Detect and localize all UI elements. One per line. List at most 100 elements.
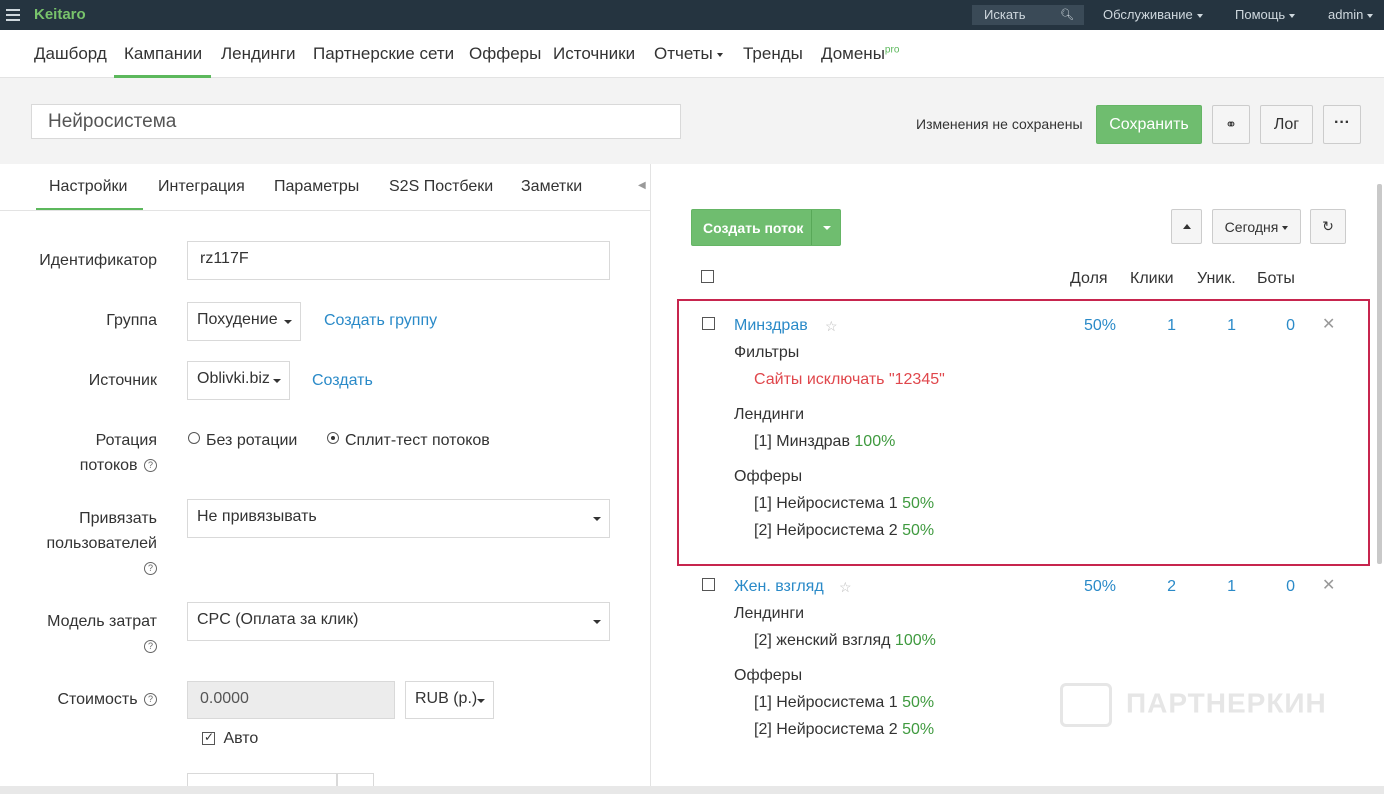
column-bots[interactable]: Боты	[1257, 270, 1295, 288]
radio-split-test-label: Сплит-тест потоков	[345, 432, 490, 449]
settings-panel: Настройки Интеграция Параметры S2S Постб…	[0, 164, 650, 794]
campaign-name-input[interactable]: Нейросистема	[31, 104, 681, 139]
flow-name-link[interactable]: Жен. взгляд	[734, 578, 824, 596]
date-range-select[interactable]: Сегодня	[1212, 209, 1301, 244]
log-button[interactable]: Лог	[1260, 105, 1313, 144]
chevron-down-icon	[1289, 13, 1296, 18]
hamburger-menu-icon[interactable]	[6, 6, 20, 24]
tab-parameters[interactable]: Параметры	[274, 178, 359, 196]
button-divider	[811, 210, 812, 245]
nav-affiliate-networks[interactable]: Партнерские сети	[313, 44, 454, 64]
help-icon[interactable]: ?	[144, 459, 157, 473]
radio-no-rotation-label: Без ротации	[206, 432, 298, 449]
currency-select-value: RUB (р.)	[415, 690, 478, 707]
flow-offer-item: [1] Нейросистема 1 50%	[754, 495, 934, 513]
nav-trends[interactable]: Тренды	[743, 44, 803, 64]
search-icon[interactable]: 🔍︎	[1060, 8, 1074, 21]
cost-model-select-value: CPC (Оплата за клик)	[197, 611, 359, 628]
chevron-down-icon	[1196, 13, 1203, 18]
create-group-link[interactable]: Создать группу	[324, 312, 437, 330]
link-button[interactable]: ⚭	[1212, 105, 1250, 144]
star-icon[interactable]: ☆	[839, 579, 852, 596]
flow-share: 50%	[1083, 578, 1116, 595]
chevron-down-icon	[716, 52, 723, 57]
chevron-down-icon	[593, 517, 601, 521]
flow-clicks: 2	[1167, 578, 1176, 595]
select-all-checkbox[interactable]	[701, 270, 714, 283]
flow-landing-item: [2] женский взгляд 100%	[754, 632, 936, 650]
vertical-scrollbar[interactable]	[1377, 184, 1382, 564]
flow-offers-label: Офферы	[734, 667, 803, 684]
tab-s2s-postbacks[interactable]: S2S Постбеки	[389, 178, 493, 196]
identifier-input[interactable]: rz117F	[187, 241, 610, 280]
nav-reports-label: Отчеты	[654, 44, 713, 63]
radio-no-rotation[interactable]: Без ротации	[188, 432, 297, 450]
star-icon[interactable]: ☆	[825, 318, 838, 335]
tab-notes[interactable]: Заметки	[521, 178, 582, 196]
rotation-label-line2: потоков	[79, 457, 138, 474]
flow-checkbox[interactable]	[702, 578, 715, 591]
refresh-icon: ↻	[1322, 218, 1334, 234]
help-icon[interactable]: ?	[144, 562, 157, 576]
bind-users-label: Привязать пользователей?	[47, 506, 157, 581]
flow-clicks: 1	[1167, 317, 1176, 334]
nav-reports[interactable]: Отчеты	[654, 44, 723, 64]
flow-name-link[interactable]: Минздрав	[734, 317, 808, 335]
rotation-label: Ротация потоков ?	[80, 428, 157, 478]
close-icon[interactable]: ✕	[1322, 314, 1335, 334]
help-menu-label: Помощь	[1235, 7, 1286, 22]
auto-checkbox[interactable]: Авто	[202, 730, 258, 748]
flow-checkbox[interactable]	[702, 317, 715, 330]
flow-landing-name: [2] женский взгляд	[754, 632, 891, 649]
cost-model-select[interactable]: CPC (Оплата за клик)	[187, 602, 610, 641]
user-menu[interactable]: admin	[1328, 7, 1374, 22]
tab-settings[interactable]: Настройки	[49, 178, 127, 196]
create-source-link[interactable]: Создать	[312, 372, 373, 390]
help-icon[interactable]: ?	[144, 640, 157, 654]
collapse-button[interactable]	[1171, 209, 1202, 244]
create-flow-button[interactable]: Создать поток	[691, 209, 841, 246]
chevron-down-icon[interactable]	[823, 226, 831, 230]
flow-offer-name: [1] Нейросистема 1	[754, 694, 898, 711]
flow-landing-pct: 100%	[894, 632, 936, 649]
flow-bots: 0	[1286, 578, 1295, 595]
refresh-button[interactable]: ↻	[1310, 209, 1346, 244]
currency-select[interactable]: RUB (р.)	[405, 681, 494, 719]
cost-input[interactable]: 0.0000	[187, 681, 395, 719]
column-share[interactable]: Доля	[1070, 270, 1108, 288]
close-icon[interactable]: ✕	[1322, 575, 1335, 595]
group-select-value: Похудение	[197, 311, 278, 328]
nav-campaigns[interactable]: Кампании	[124, 44, 202, 64]
horizontal-scrollbar[interactable]	[0, 786, 1384, 794]
nav-landings[interactable]: Лендинги	[221, 44, 296, 64]
bind-users-select[interactable]: Не привязывать	[187, 499, 610, 538]
service-menu[interactable]: Обслуживание	[1103, 7, 1203, 22]
group-select[interactable]: Похудение	[187, 302, 301, 341]
search-input[interactable]: Искать 🔍︎	[972, 5, 1084, 25]
flow-offer-item: [1] Нейросистема 1 50%	[754, 694, 934, 712]
save-button[interactable]: Сохранить	[1096, 105, 1202, 144]
nav-sources[interactable]: Источники	[553, 44, 635, 64]
user-menu-label: admin	[1328, 7, 1364, 22]
flow-offer-name: [2] Нейросистема 2	[754, 721, 898, 738]
more-button[interactable]: ···	[1323, 105, 1361, 144]
flow-offers-label: Офферы	[734, 468, 803, 485]
nav-offers[interactable]: Офферы	[469, 44, 541, 64]
nav-domains[interactable]: Доменыpro	[821, 44, 899, 64]
nav-dashboard[interactable]: Дашборд	[34, 44, 107, 64]
radio-split-test[interactable]: Сплит-тест потоков	[327, 432, 490, 450]
chevron-down-icon	[1367, 13, 1374, 18]
identifier-label: Идентификатор	[39, 252, 157, 269]
flow-unique: 1	[1227, 578, 1236, 595]
flow-filter-item: Сайты исключать "12345"	[754, 371, 945, 388]
help-menu[interactable]: Помощь	[1235, 7, 1296, 22]
create-flow-label: Создать поток	[703, 220, 804, 236]
column-unique[interactable]: Уник.	[1197, 270, 1236, 288]
tab-integration[interactable]: Интеграция	[158, 178, 245, 196]
cost-model-label: Модель затрат?	[47, 609, 157, 659]
source-select[interactable]: Oblivki.biz	[187, 361, 290, 400]
brand-logo[interactable]: Keitaro	[34, 6, 86, 23]
help-icon[interactable]: ?	[144, 693, 157, 707]
column-clicks[interactable]: Клики	[1130, 270, 1174, 288]
tabs-scroll-left-icon[interactable]: ◀	[638, 180, 646, 191]
